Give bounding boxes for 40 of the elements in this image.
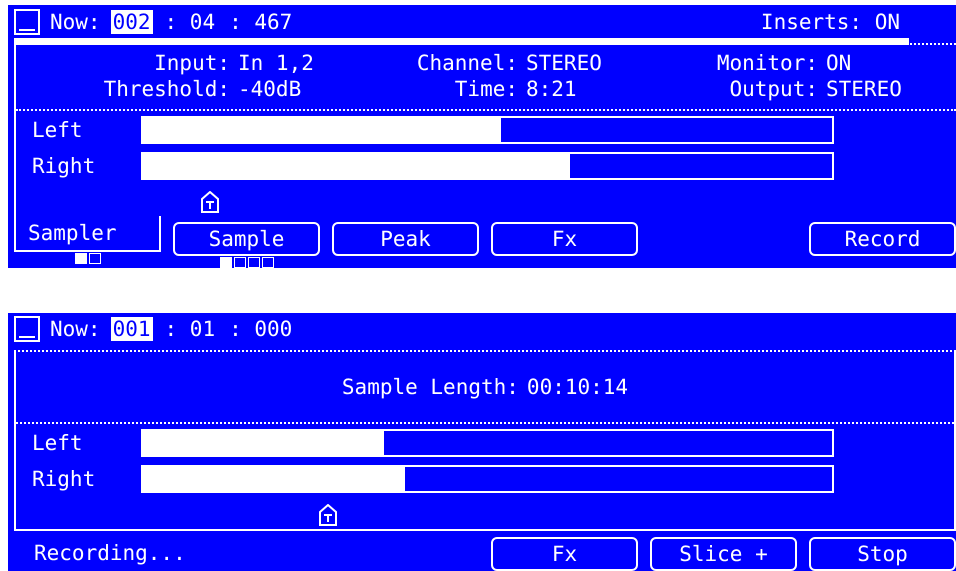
threshold-marker-icon[interactable] — [319, 504, 338, 526]
setting-label: Time: — [454, 77, 519, 101]
meter-label: Right — [31, 154, 96, 178]
window-box-icon — [14, 316, 40, 342]
position-field[interactable]: : 467 — [227, 10, 294, 34]
meter-label: Right — [31, 467, 96, 491]
setting-value: 00:10:14 — [526, 375, 628, 399]
setting-label: Output: — [728, 77, 819, 101]
position-field[interactable]: 001 — [110, 317, 153, 342]
position-field[interactable]: 002 — [110, 10, 153, 34]
now-label: Now: — [50, 317, 101, 342]
setting-label: Channel: — [416, 51, 519, 75]
inserts-status: Inserts: ON — [760, 10, 901, 34]
setting-label: Sample Length: — [342, 375, 520, 399]
now-label: Now: — [50, 10, 101, 34]
position-field[interactable]: : 04 — [162, 10, 218, 34]
setting-value[interactable]: -40dB — [238, 77, 398, 101]
setting-label: Input: — [153, 51, 231, 75]
soft-key-button[interactable]: Fx — [491, 537, 638, 571]
setting-value[interactable]: 8:21 — [526, 77, 686, 101]
setting-label: Monitor: — [716, 51, 819, 75]
setting-label: Threshold: — [102, 77, 231, 101]
soft-key-button[interactable]: Slice + — [650, 537, 797, 571]
meter-label: Left — [31, 118, 84, 142]
position-field[interactable]: : 000 — [227, 317, 294, 342]
setting-value[interactable]: ON — [826, 51, 956, 75]
recording-status: Recording... — [33, 540, 187, 565]
soft-key-button[interactable]: Sample — [173, 222, 320, 256]
setting-value[interactable]: STEREO — [826, 77, 956, 101]
window-box-icon — [14, 8, 40, 35]
soft-key-button[interactable]: Stop — [809, 537, 956, 571]
setting-value[interactable]: STEREO — [526, 51, 686, 75]
soft-key-button[interactable]: Peak — [332, 222, 479, 256]
setting-value[interactable]: In 1,2 — [238, 51, 398, 75]
position-field[interactable]: : 01 — [162, 317, 218, 342]
soft-key-button[interactable]: Record — [809, 222, 956, 256]
sampler-tab[interactable]: Sampler — [14, 216, 161, 252]
threshold-marker-icon[interactable] — [201, 191, 220, 213]
meter-label: Left — [31, 431, 84, 455]
soft-key-button[interactable]: Fx — [491, 222, 638, 256]
